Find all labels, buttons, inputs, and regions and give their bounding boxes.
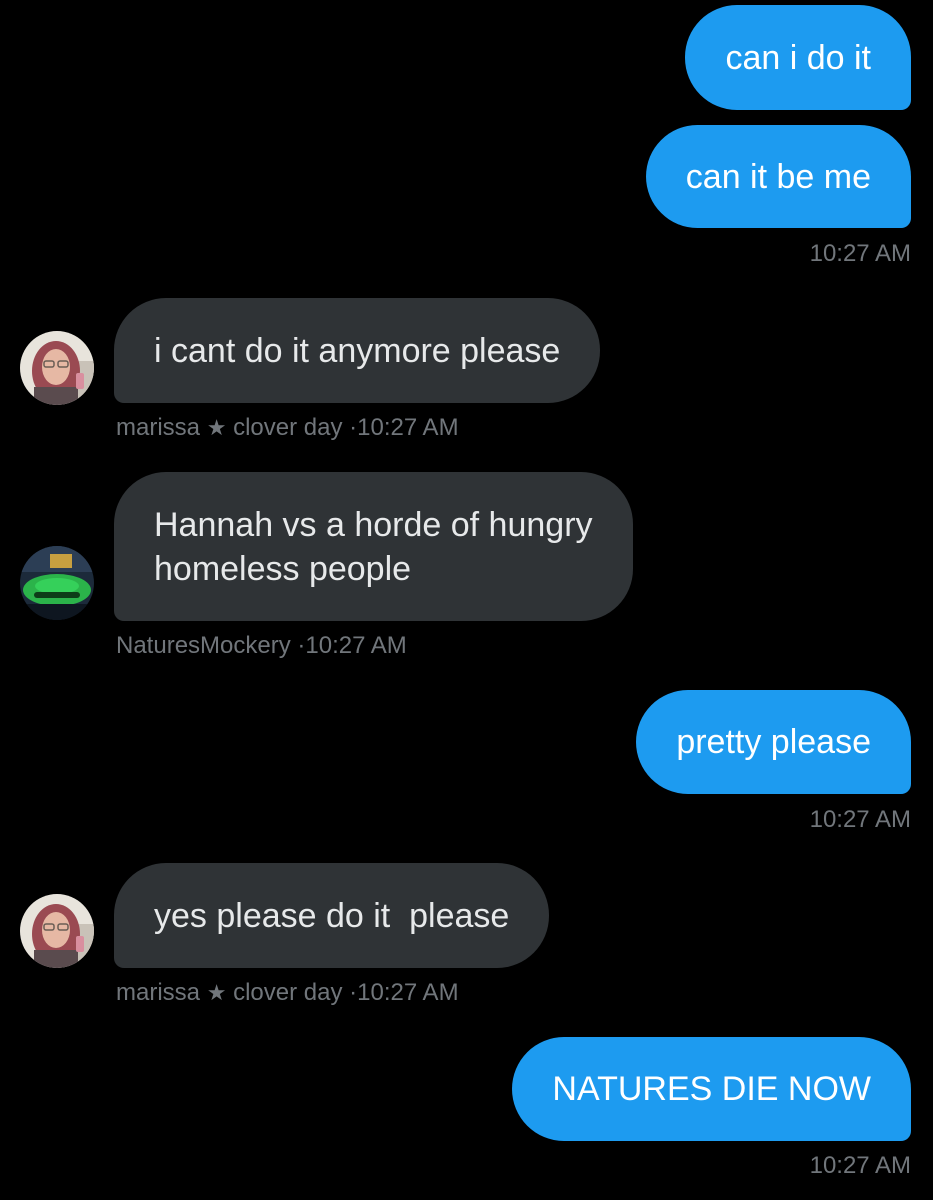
message-sender-meta: marissa ★ clover day ·10:27 AM [116,414,459,442]
message-sender-meta: NaturesMockery ·10:27 AM [116,632,407,660]
message-sender-meta: marissa ★ clover day ·10:27 AM [116,979,459,1007]
message-timestamp: 10:27 AM [357,414,459,441]
sender-name[interactable]: marissa [116,414,200,441]
separator: · [349,414,358,441]
message-text-line: homeless people [154,549,412,588]
message-text: yes please do it please [154,896,510,935]
incoming-message-bubble[interactable]: Hannah vs a horde of hungry homeless peo… [114,472,633,621]
message-timestamp: 10:27 AM [809,1152,911,1179]
message-text: pretty please [676,723,871,761]
separator: · [349,979,358,1006]
message-text: NATURES DIE NOW [552,1070,871,1108]
marissa-avatar[interactable] [20,331,94,405]
avatar-photo-icon [20,331,94,405]
message-timestamp: 10:27 AM [809,240,911,267]
star-icon: ★ [206,415,227,440]
sender-name[interactable]: NaturesMockery [116,632,291,659]
outgoing-message-bubble[interactable]: NATURES DIE NOW [512,1037,911,1141]
star-icon: ★ [206,980,227,1005]
incoming-message-bubble[interactable]: i cant do it anymore please [114,298,601,403]
message-timestamp: 10:27 AM [809,806,911,833]
naturesmockery-avatar[interactable] [20,546,94,620]
avatar-photo-icon [20,894,94,968]
sender-name[interactable]: marissa [116,979,200,1006]
outgoing-message-bubble[interactable]: can it be me [645,125,911,228]
message-text: can i do it [725,38,871,77]
message-text: can it be me [685,157,871,196]
avatar-photo-icon [20,546,94,620]
sender-suffix: clover day [233,414,343,441]
message-timestamp: 10:27 AM [305,632,407,659]
incoming-message-bubble[interactable]: yes please do it please [114,863,550,968]
outgoing-message-bubble[interactable]: pretty please [636,690,911,794]
sender-suffix: clover day [233,979,343,1006]
message-text: i cant do it anymore please [154,331,561,370]
message-timestamp: 10:27 AM [357,979,459,1006]
outgoing-message-bubble[interactable]: can i do it [685,5,911,110]
marissa-avatar[interactable] [20,894,94,968]
message-text-line: Hannah vs a horde of hungry [154,505,593,544]
